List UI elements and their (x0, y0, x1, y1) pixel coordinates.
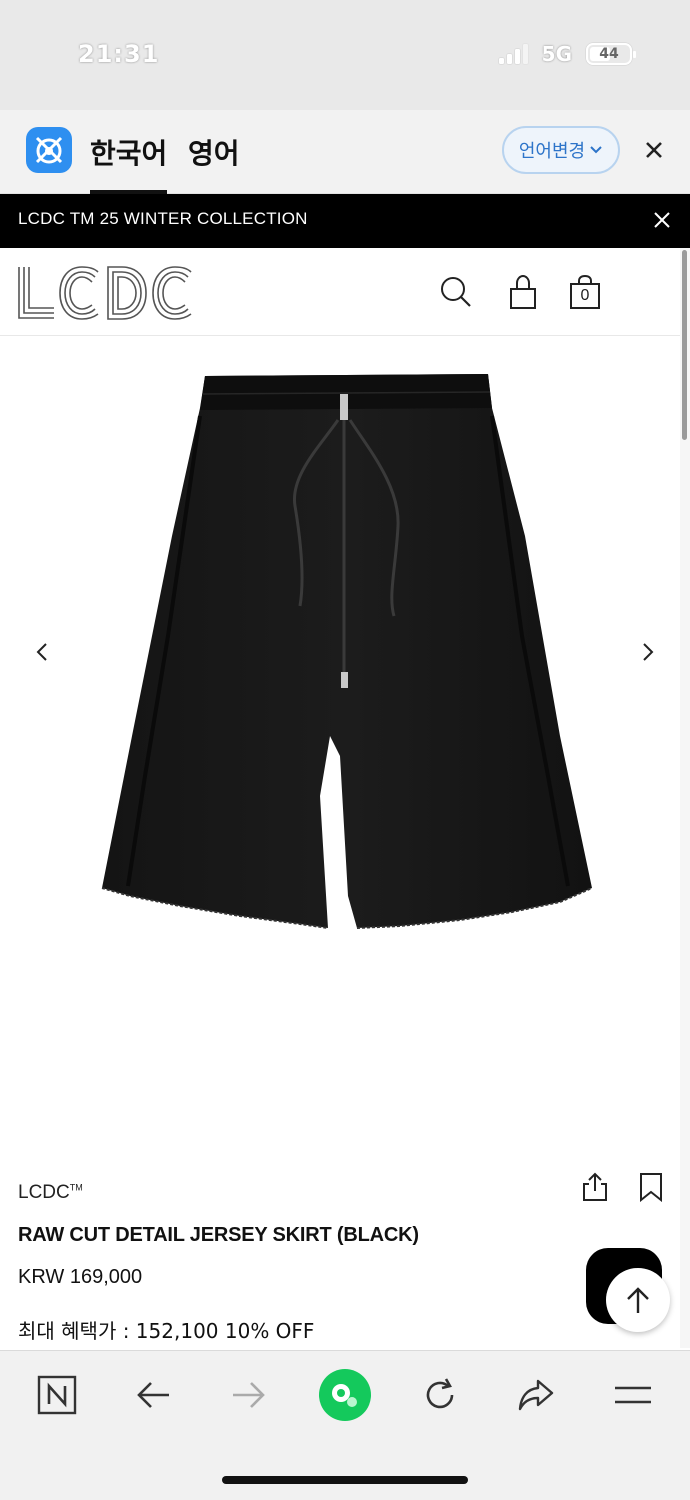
brand-name[interactable]: LCDCTM (18, 1182, 83, 1204)
status-bar: 21:31 5G 44 (0, 0, 690, 110)
logo[interactable] (16, 264, 194, 322)
tab-english[interactable]: 영어 (188, 132, 240, 172)
scroll-thumb[interactable] (682, 250, 687, 440)
network-label: 5G (541, 42, 572, 66)
search-icon[interactable] (438, 274, 472, 310)
site-header: 0 (0, 248, 680, 336)
chevron-down-icon (590, 146, 602, 154)
reload-icon (426, 1378, 454, 1409)
bookmark-icon[interactable] (638, 1172, 664, 1202)
signal-icon (498, 44, 528, 64)
cart-count: 0 (580, 287, 590, 304)
change-language-button[interactable]: 언어변경 (502, 126, 620, 174)
battery-icon: 44 (586, 43, 636, 65)
menu-button[interactable] (611, 1373, 655, 1417)
promo-banner[interactable]: LCDC TM 25 WINTER COLLECTION (0, 194, 690, 248)
product-image[interactable] (0, 336, 680, 1116)
product-price: KRW 169,000 (18, 1266, 143, 1288)
home-indicator (222, 1476, 468, 1484)
back-button[interactable] (131, 1373, 175, 1417)
battery-level: 44 (599, 46, 619, 62)
back-arrow-icon (137, 1382, 169, 1408)
tab-korean[interactable]: 한국어 (90, 132, 168, 194)
translate-bar: 한국어 영어 언어변경 (0, 110, 690, 194)
chevron-right-icon[interactable] (636, 640, 660, 664)
max-benefit-price: 최대 혜택가 : 152,100 10% OFF (18, 1319, 315, 1343)
banner-close-icon[interactable] (653, 211, 671, 229)
scrollbar[interactable] (680, 248, 690, 1348)
close-icon[interactable] (640, 136, 668, 164)
forward-arrow-icon (233, 1382, 265, 1408)
menu-icon (615, 1386, 651, 1404)
naver-icon (37, 1375, 77, 1415)
trademark-mark: TM (69, 1182, 83, 1193)
scroll-top-button[interactable] (606, 1268, 670, 1332)
product-name: RAW CUT DETAIL JERSEY SKIRT (BLACK) (18, 1224, 419, 1246)
brand-label: LCDC (18, 1182, 70, 1203)
forward-button[interactable] (227, 1373, 271, 1417)
reload-button[interactable] (418, 1373, 462, 1417)
banner-text: LCDC TM 25 WINTER COLLECTION (18, 209, 308, 228)
naver-home-button[interactable] (35, 1373, 79, 1417)
papago-icon[interactable] (26, 127, 72, 173)
status-indicators: 5G 44 (498, 42, 636, 66)
status-time: 21:31 (78, 40, 160, 68)
share-arrow-icon (518, 1379, 554, 1411)
share-page-button[interactable] (514, 1373, 558, 1417)
account-icon[interactable] (506, 274, 540, 310)
arrow-up-icon (627, 1287, 649, 1313)
share-icon[interactable] (580, 1172, 610, 1202)
cart-icon[interactable]: 0 (568, 274, 602, 310)
change-language-label: 언어변경 (518, 141, 586, 162)
green-dot-button[interactable] (319, 1369, 371, 1421)
chevron-left-icon[interactable] (30, 640, 54, 664)
green-dot-icon (332, 1384, 357, 1407)
